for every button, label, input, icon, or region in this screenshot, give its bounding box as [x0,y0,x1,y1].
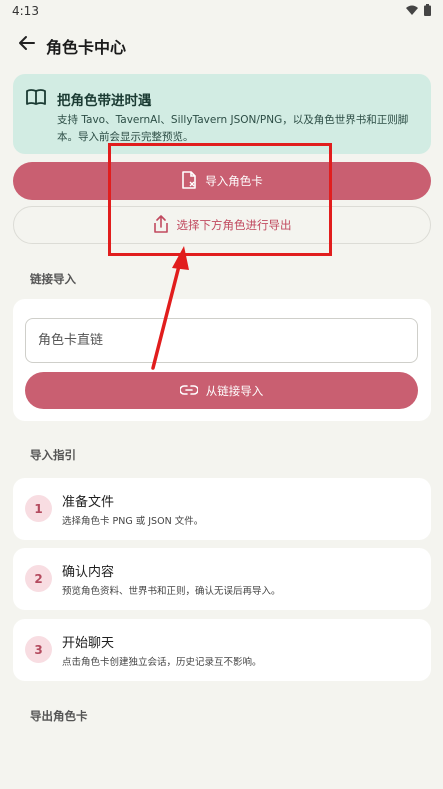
step-description: 预览角色资料、世界书和正则，确认无误后再导入。 [62,586,281,597]
info-card: 把角色带进时遇 支持 Tavo、TavernAI、SillyTavern JSO… [13,74,431,154]
step-number-badge: 2 [25,565,52,592]
link-import-card: 从链接导入 [13,299,431,421]
guide-step: 2 确认内容 预览角色资料、世界书和正则，确认无误后再导入。 [13,548,431,610]
step-title: 开始聊天 [62,636,115,651]
step-description: 点击角色卡创建独立会话，历史记录互不影响。 [62,657,262,668]
info-title: 把角色带进时遇 [57,93,152,109]
back-button[interactable] [14,32,40,58]
export-button-label: 选择下方角色进行导出 [176,218,292,232]
open-book-icon [25,88,47,108]
export-section-label: 导出角色卡 [30,709,88,723]
status-bar: 4:13 [0,0,443,22]
guide-step: 3 开始聊天 点击角色卡创建独立会话，历史记录互不影响。 [13,619,431,681]
import-character-button[interactable]: 导入角色卡 [13,162,431,200]
share-upload-icon [153,214,169,236]
link-button-label: 从链接导入 [205,383,264,398]
export-character-button[interactable]: 选择下方角色进行导出 [13,206,431,244]
import-button-label: 导入角色卡 [205,174,263,188]
battery-icon [424,3,431,19]
import-from-link-button[interactable]: 从链接导入 [25,372,418,409]
step-title: 确认内容 [62,565,115,580]
link-section-label: 链接导入 [30,272,76,286]
status-time: 4:13 [12,4,39,18]
link-url-input[interactable] [25,318,418,363]
step-number-badge: 1 [25,495,52,522]
step-number-badge: 3 [25,636,52,663]
step-description: 选择角色卡 PNG 或 JSON 文件。 [62,516,204,527]
guide-step: 1 准备文件 选择角色卡 PNG 或 JSON 文件。 [13,478,431,540]
status-icons [406,3,431,19]
arrow-left-icon [18,34,36,56]
info-description: 支持 Tavo、TavernAI、SillyTavern JSON/PNG，以及… [57,114,409,143]
link-icon [178,384,199,398]
guide-section-label: 导入指引 [30,448,76,462]
page-title: 角色卡中心 [46,38,127,57]
app-bar: 角色卡中心 [0,28,443,62]
step-title: 准备文件 [62,495,115,510]
file-import-icon [181,170,197,192]
wifi-icon [406,4,418,18]
